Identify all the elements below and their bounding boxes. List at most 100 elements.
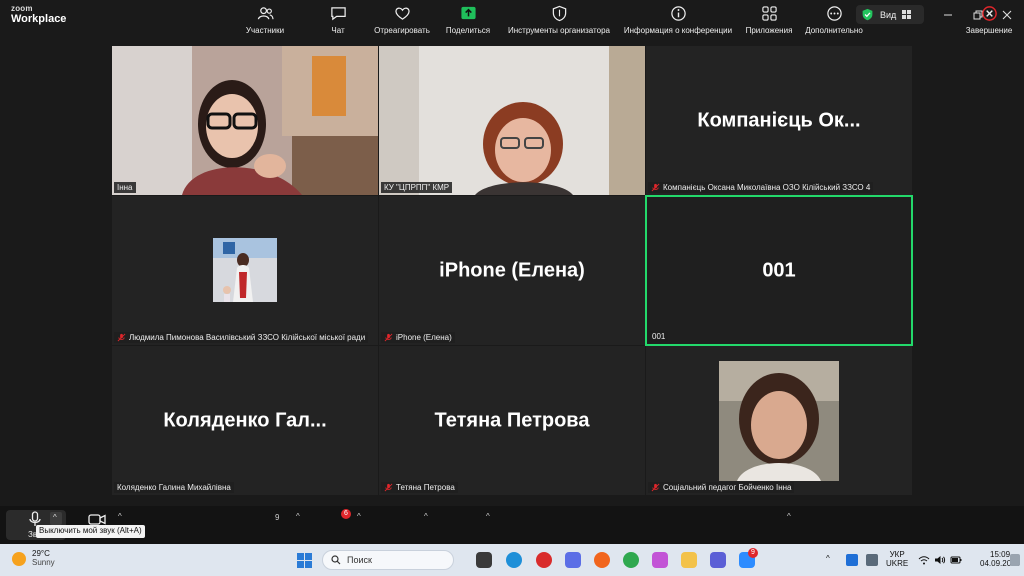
- end-meeting-button[interactable]: Завершение: [964, 0, 1014, 38]
- participants-icon: [257, 7, 274, 20]
- react-label: Отреагировать: [374, 26, 430, 35]
- participant-name-tag: Людмила Пимонова Василівський ЗЗСО Кілій…: [114, 332, 369, 343]
- react-button[interactable]: Отреагировать: [372, 0, 432, 38]
- meeting-info-button[interactable]: Информация о конференции: [621, 0, 735, 38]
- edge-browser-icon[interactable]: [506, 552, 522, 568]
- participant-name-tag: Коляденко Галина Михайлівна: [114, 482, 234, 493]
- video-camera-icon[interactable]: [88, 513, 106, 526]
- participant-name: Людмила Пимонова Василівський ЗЗСО Кілій…: [129, 333, 366, 342]
- chat-unread-badge: 6: [341, 509, 351, 519]
- participant-display-name: Компанієць Ок...: [697, 109, 861, 131]
- participant-name: 001: [652, 332, 666, 341]
- grid-view-icon: [902, 10, 912, 19]
- wifi-icon[interactable]: [918, 554, 930, 566]
- store-icon[interactable]: [710, 552, 726, 568]
- apps-label: Приложения: [745, 26, 793, 35]
- video-tile-kolyadenko[interactable]: Коляденко Гал... Коляденко Галина Михайл…: [112, 346, 378, 495]
- windows-start-icon[interactable]: [297, 553, 312, 568]
- video-tile-petrova[interactable]: Тетяна Петрова Тетяна Петрова: [379, 346, 645, 495]
- firefox-icon[interactable]: [594, 552, 610, 568]
- participants-count: 9: [275, 513, 280, 522]
- more-label: Дополнительно: [805, 26, 863, 35]
- participant-name: Інна: [117, 183, 133, 192]
- participant-display-name: 001: [762, 259, 796, 281]
- caret-up-icon[interactable]: ^: [357, 512, 361, 521]
- chat-button[interactable]: Чат: [326, 0, 350, 38]
- opera-icon[interactable]: [536, 552, 552, 568]
- participant-avatar: [213, 238, 277, 302]
- participant-name: КУ "ЦПРПП" КМР: [384, 183, 450, 192]
- heart-icon: [394, 7, 410, 20]
- input-language[interactable]: УКР UKRE: [886, 550, 908, 568]
- participant-video: [379, 46, 645, 195]
- video-tile-iphone-elena[interactable]: iPhone (Елена) iPhone (Елена): [379, 196, 645, 345]
- mic-muted-icon: [117, 333, 126, 342]
- teams-icon[interactable]: [565, 552, 581, 568]
- language-top: УКР: [889, 550, 905, 559]
- video-tile-001[interactable]: 001 001: [645, 195, 913, 346]
- zoom-logo: zoom Workplace: [11, 5, 66, 25]
- participant-name-tag: Соціальний педагог Бойченко Інна: [648, 482, 795, 493]
- speaker-icon[interactable]: [934, 554, 946, 566]
- share-label: Поделиться: [445, 26, 491, 35]
- view-button[interactable]: Вид: [856, 5, 924, 24]
- meeting-toolbar: [0, 506, 1024, 544]
- participant-name-tag: Компанієць Оксана Миколаївна ОЗО Кілійсь…: [648, 182, 874, 193]
- network-tray-icon[interactable]: [866, 554, 878, 566]
- caret-up-icon: ^: [53, 513, 57, 522]
- participant-video: [112, 46, 378, 195]
- caret-up-icon[interactable]: ^: [486, 512, 490, 521]
- chat-label: Чат: [331, 26, 345, 35]
- video-tile-kompaniets[interactable]: Компанієць Ок... Компанієць Оксана Микол…: [646, 46, 912, 195]
- participant-name: Компанієць Оксана Миколаївна ОЗО Кілійсь…: [663, 183, 871, 192]
- participants-button[interactable]: Участники: [244, 0, 286, 38]
- end-meeting-icon: [981, 6, 997, 21]
- audio-options-button[interactable]: ^: [50, 512, 62, 525]
- weather-widget[interactable]: 29°C Sunny: [12, 549, 55, 568]
- more-button[interactable]: Дополнительно: [804, 0, 864, 38]
- notifications-icon[interactable]: [1010, 554, 1020, 566]
- caret-up-icon[interactable]: ^: [424, 512, 428, 521]
- caret-up-icon[interactable]: ^: [296, 512, 300, 521]
- logo-bottom: Workplace: [11, 13, 67, 25]
- participant-name-tag: iPhone (Елена): [381, 332, 455, 343]
- apps-icon: [761, 6, 777, 21]
- search-icon: [331, 555, 341, 565]
- mute-tooltip: Выключить мой звук (Alt+A): [36, 525, 145, 538]
- video-tile-ku-cprpp[interactable]: КУ "ЦПРПП" КМР: [379, 46, 645, 195]
- minimize-icon[interactable]: [941, 8, 955, 22]
- battery-icon[interactable]: [950, 554, 962, 566]
- video-tile-pimonova[interactable]: Людмила Пимонова Василівський ЗЗСО Кілій…: [112, 196, 378, 345]
- participant-display-name: Коляденко Гал...: [163, 409, 327, 431]
- file-explorer-icon[interactable]: [681, 552, 697, 568]
- task-view-icon[interactable]: [476, 552, 492, 568]
- taskbar-search[interactable]: Поиск: [322, 550, 454, 570]
- copilot-icon[interactable]: [652, 552, 668, 568]
- participant-name-tag: Інна: [114, 182, 136, 193]
- tray-overflow-icon[interactable]: ^: [826, 554, 830, 563]
- view-label: Вид: [880, 9, 897, 20]
- caret-up-icon[interactable]: ^: [787, 512, 791, 521]
- apps-button[interactable]: Приложения: [744, 0, 794, 38]
- participant-name: Тетяна Петрова: [396, 483, 455, 492]
- zoom-window: zoom Workplace Вид Інна КУ "ЦПРПП" КМР К…: [0, 0, 1024, 576]
- chrome-icon[interactable]: [623, 552, 639, 568]
- participant-name-tag: КУ "ЦПРПП" КМР: [381, 182, 453, 193]
- chat-icon: [330, 7, 346, 21]
- video-tile-inna[interactable]: Інна: [112, 46, 378, 195]
- caret-up-icon[interactable]: ^: [118, 512, 122, 521]
- shield-icon: [552, 5, 566, 22]
- dropbox-icon[interactable]: [846, 554, 858, 566]
- mic-muted-icon: [384, 483, 393, 492]
- video-tile-boychenko[interactable]: Соціальний педагог Бойченко Інна: [646, 346, 912, 495]
- end-label: Завершение: [965, 26, 1013, 35]
- mic-muted-icon: [384, 333, 393, 342]
- share-screen-button[interactable]: Поделиться: [444, 0, 492, 38]
- share-screen-icon: [460, 6, 476, 20]
- participant-name-tag: 001: [649, 331, 669, 342]
- zoom-notification-badge: 9: [748, 548, 758, 558]
- host-tools-button[interactable]: Инструменты организатора: [506, 0, 612, 38]
- participant-avatar: [719, 361, 839, 481]
- mic-muted-icon: [651, 483, 660, 492]
- language-bottom: UKRE: [886, 559, 909, 569]
